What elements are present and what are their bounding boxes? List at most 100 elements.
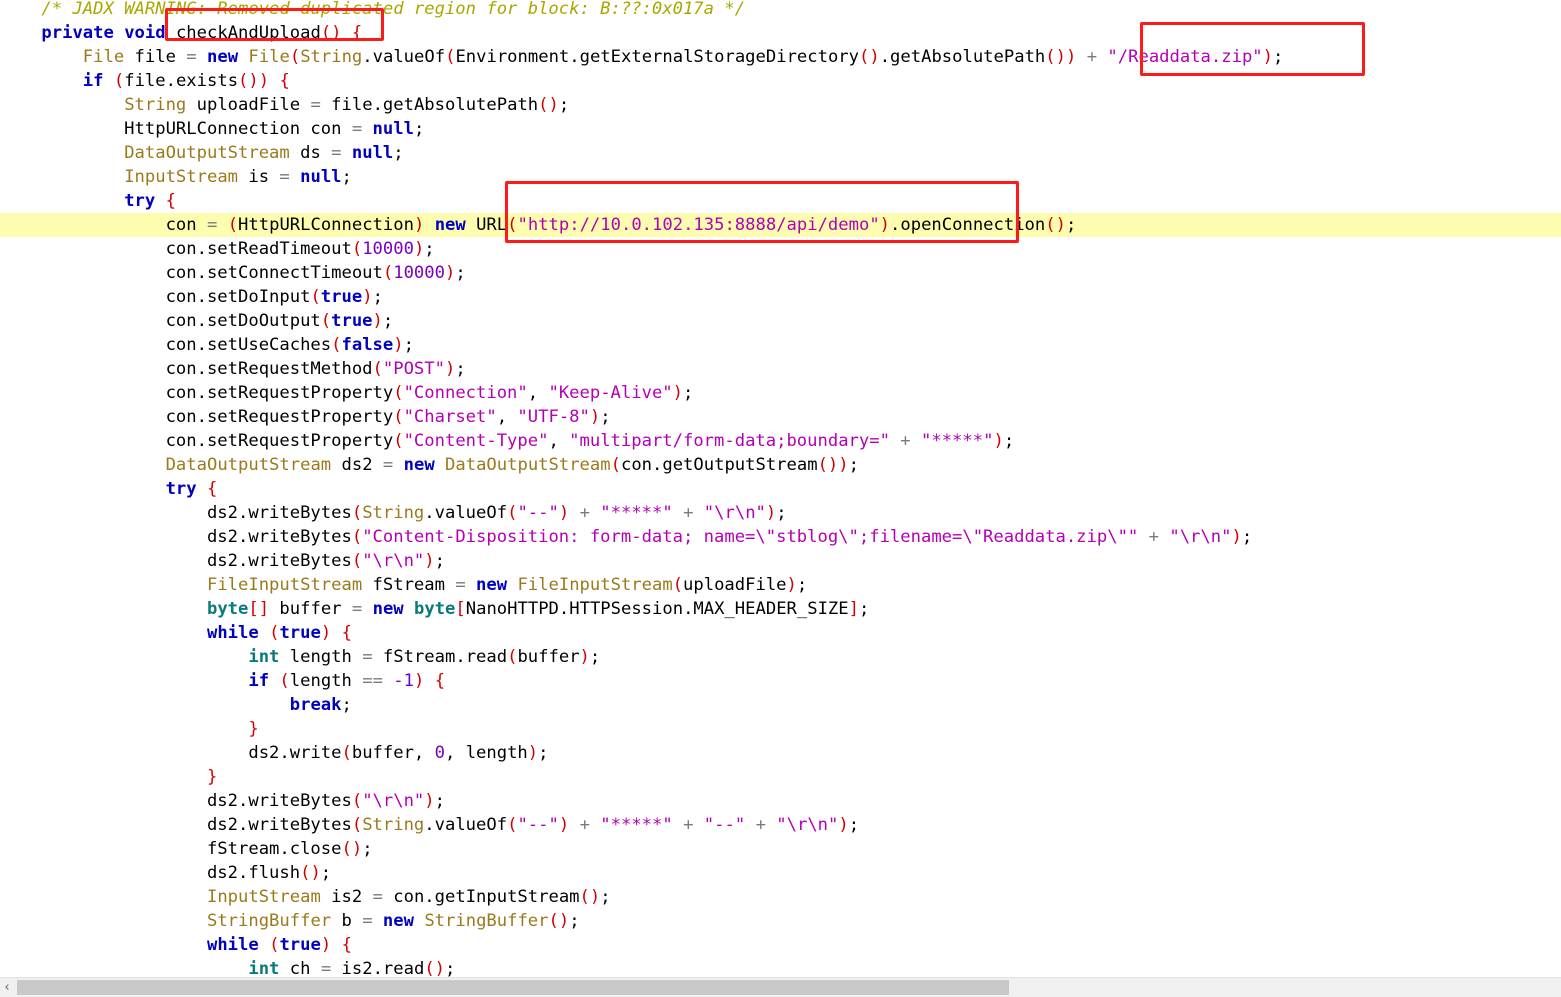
code-token: DataOutputStream xyxy=(124,143,290,163)
code-token: "--" xyxy=(517,503,559,523)
code-token: "Content-Disposition: form-data; name=\"… xyxy=(362,527,1139,547)
code-token: ) xyxy=(527,743,539,763)
code-token: null xyxy=(300,167,342,187)
code-token: { xyxy=(341,623,352,643)
code-token: , xyxy=(527,383,549,403)
code-token: URL xyxy=(465,215,508,235)
code-token: File xyxy=(82,47,125,67)
code-token: ) xyxy=(320,623,332,643)
code-token: ( xyxy=(507,215,518,235)
code-token: uploadFile xyxy=(186,95,311,115)
code-token: con.setRequestProperty xyxy=(0,407,394,427)
code-line: con.setUseCaches(false); xyxy=(0,333,1561,357)
code-line: } xyxy=(0,717,1561,741)
code-token: private xyxy=(41,23,114,43)
code-token: "UTF-8" xyxy=(517,407,590,427)
code-token: String xyxy=(300,47,363,67)
code-token: NanoHTTPD.HTTPSession.MAX_HEADER_SIZE xyxy=(465,599,849,619)
code-token: "\r\n" xyxy=(362,551,425,571)
code-token: "Charset" xyxy=(403,407,497,427)
code-token: int xyxy=(248,959,280,979)
code-token: .valueOf xyxy=(362,47,446,67)
code-token: + xyxy=(579,503,590,523)
code-token: () xyxy=(817,455,839,475)
code-token: ( xyxy=(331,335,342,355)
code-token: ) xyxy=(838,815,849,835)
code-token: ( xyxy=(351,815,363,835)
code-token: ) xyxy=(1231,527,1242,547)
code-token: ds2.writeBytes xyxy=(0,527,352,547)
code-token: "POST" xyxy=(382,359,445,379)
code-token: == xyxy=(362,671,383,691)
code-line: con.setConnectTimeout(10000); xyxy=(0,261,1561,285)
code-line: HttpURLConnection con = null; xyxy=(0,117,1561,141)
code-token: buffer, xyxy=(351,743,435,763)
code-token: ) xyxy=(558,815,570,835)
code-token: "\r\n" xyxy=(362,791,425,811)
code-token: FileInputStream xyxy=(206,575,363,595)
code-token: ) xyxy=(879,215,891,235)
code-token: = xyxy=(351,119,363,139)
code-token: "Content-Type" xyxy=(403,431,549,451)
code-line: File file = new File(String.valueOf(Envi… xyxy=(0,45,1561,69)
code-token: ds2.write xyxy=(0,743,342,763)
code-token: con.setDoOutput xyxy=(0,311,321,331)
code-token: ) xyxy=(838,455,849,475)
code-token: HttpURLConnection xyxy=(238,215,414,235)
code-token: ch xyxy=(279,959,321,979)
code-token: DataOutputStream xyxy=(445,455,611,475)
code-line: ds2.writeBytes("\r\n"); xyxy=(0,549,1561,573)
code-token: = xyxy=(455,575,466,595)
code-token: ) xyxy=(444,263,456,283)
code-token: con.setRequestProperty xyxy=(0,431,394,451)
code-token: ; xyxy=(372,287,383,307)
code-token: + xyxy=(1148,527,1159,547)
code-token: ) xyxy=(1065,47,1077,67)
code-line: ds2.writeBytes("\r\n"); xyxy=(0,789,1561,813)
code-token: ) xyxy=(765,503,777,523)
code-token: = xyxy=(362,911,373,931)
code-token: ) xyxy=(424,551,435,571)
scrollbar-thumb[interactable] xyxy=(17,980,1009,995)
code-token: "/Readdata.zip" xyxy=(1107,47,1263,67)
code-token: () xyxy=(424,959,446,979)
code-token: String xyxy=(362,815,425,835)
code-token: [] xyxy=(248,599,270,619)
code-token: StringBuffer xyxy=(206,911,332,931)
code-token: break xyxy=(289,695,342,715)
code-token: .valueOf xyxy=(424,815,508,835)
code-line: FileInputStream fStream = new FileInputS… xyxy=(0,573,1561,597)
code-token: = xyxy=(186,47,197,67)
code-token: ; xyxy=(796,575,808,595)
code-line: ds2.write(buffer, 0, length); xyxy=(0,741,1561,765)
chevron-left-icon[interactable]: ‹ xyxy=(0,978,14,997)
code-token: if xyxy=(248,671,270,691)
code-token: ; xyxy=(683,383,694,403)
code-token: ds2.writeBytes xyxy=(0,791,352,811)
code-token: ds2.flush xyxy=(0,863,301,883)
code-token: "\r\n" xyxy=(703,503,766,523)
code-token: fStream xyxy=(362,575,456,595)
code-token: () xyxy=(1045,215,1066,235)
code-token: 10000 xyxy=(362,239,414,259)
code-token: file.getAbsolutePath xyxy=(320,95,539,115)
horizontal-scrollbar[interactable]: ‹ xyxy=(0,977,1561,997)
code-token: ; xyxy=(600,887,611,907)
code-token: ; xyxy=(1065,215,1077,235)
